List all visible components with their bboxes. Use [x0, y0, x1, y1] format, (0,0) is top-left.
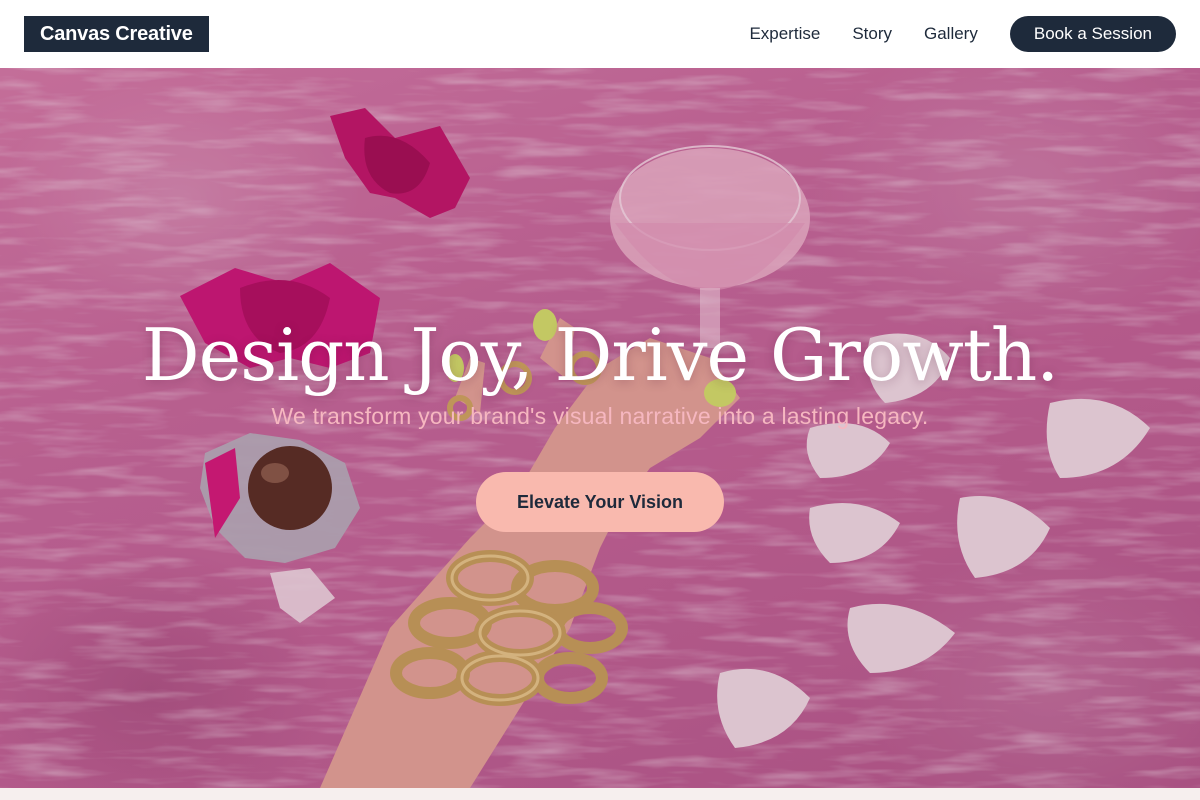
nav-link-gallery[interactable]: Gallery	[924, 24, 978, 44]
elevate-vision-button[interactable]: Elevate Your Vision	[475, 472, 725, 532]
hero-headline: Design Joy, Drive Growth.	[141, 313, 1059, 397]
nav-link-expertise[interactable]: Expertise	[749, 24, 820, 44]
hero-content: Design Joy, Drive Growth. We transform y…	[0, 313, 1200, 532]
hero-section: Design Joy, Drive Growth. We transform y…	[0, 68, 1200, 788]
next-section-edge	[0, 788, 1200, 800]
book-session-button[interactable]: Book a Session	[1009, 16, 1176, 52]
nav-link-story[interactable]: Story	[852, 24, 892, 44]
hero-subheadline: We transform your brand's visual narrati…	[271, 403, 929, 429]
main-nav: Expertise Story Gallery Book a Session	[749, 16, 1176, 52]
brand-logo[interactable]: Canvas Creative	[24, 16, 209, 52]
top-navbar: Canvas Creative Expertise Story Gallery …	[0, 0, 1200, 68]
